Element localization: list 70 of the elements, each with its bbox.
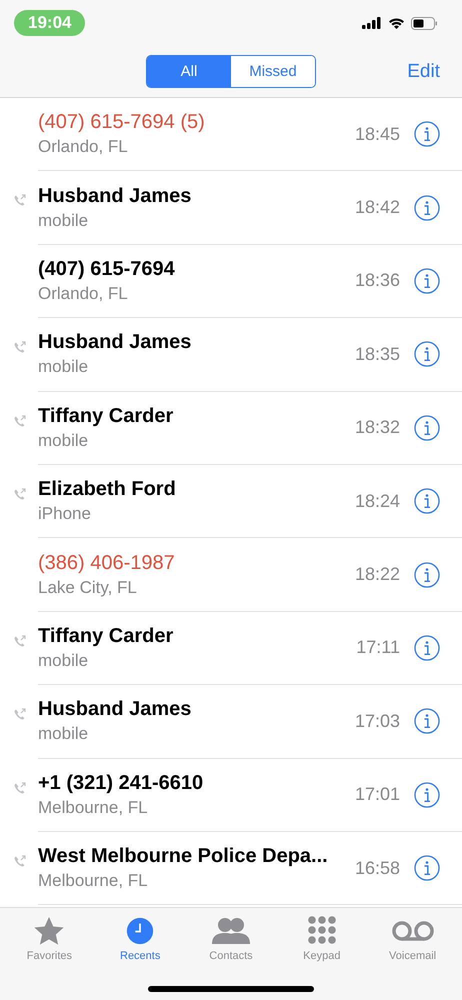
- call-row[interactable]: Tiffany Carder mobile 17:11: [0, 612, 462, 686]
- caller-detail: Orlando, FL: [38, 137, 129, 158]
- caller-detail: iPhone: [38, 504, 92, 524]
- info-icon[interactable]: [414, 708, 440, 734]
- info-icon[interactable]: [414, 634, 440, 661]
- keypad-icon: [308, 916, 336, 946]
- call-row[interactable]: Husband James mobile 18:35: [0, 318, 462, 392]
- call-time: 18:35: [354, 344, 400, 365]
- caller-name: Husband James: [38, 184, 192, 208]
- caller-name: (386) 406-1987: [38, 552, 176, 575]
- caller-detail: mobile: [38, 650, 90, 671]
- call-time: 18:32: [354, 417, 400, 438]
- status-time: 19:04: [14, 10, 86, 36]
- call-row[interactable]: Tiffany Carder mobile 18:32: [0, 392, 462, 465]
- call-time: 18:24: [354, 490, 400, 512]
- call-time: 17:03: [354, 710, 400, 732]
- call-time: 18:42: [354, 197, 400, 218]
- call-time: 18:36: [354, 270, 400, 292]
- info-icon[interactable]: [414, 341, 440, 368]
- caller-name: Husband James: [38, 698, 192, 722]
- contacts-icon: [210, 916, 251, 946]
- caller-detail: Orlando, FL: [38, 284, 129, 304]
- info-icon[interactable]: [414, 121, 440, 148]
- info-icon[interactable]: [414, 194, 440, 221]
- caller-detail: mobile: [38, 724, 90, 744]
- filter-tab[interactable]: Missed: [231, 56, 315, 87]
- tab-bar-item[interactable]: Contacts: [190, 916, 271, 962]
- tab-bar-item[interactable]: Favorites: [9, 916, 90, 962]
- call-row[interactable]: (407) 615-7694 Orlando, FL 18:36: [0, 244, 462, 318]
- caller-name: +1 (321) 241-6610: [38, 772, 204, 795]
- caller-name: Elizabeth Ford: [38, 478, 177, 502]
- caller-detail: mobile: [38, 430, 90, 451]
- call-row[interactable]: Husband James mobile 18:42: [0, 171, 462, 245]
- call-time: 18:45: [354, 124, 400, 145]
- caller-name: (407) 615-7694 (5): [38, 111, 206, 134]
- info-icon[interactable]: [414, 488, 440, 514]
- caller-detail: mobile: [38, 210, 90, 231]
- call-time: 17:01: [354, 784, 400, 806]
- call-row[interactable]: +1 (321) 241-6610 Melbourne, FL 17:01: [0, 758, 462, 832]
- filter-tab[interactable]: All: [147, 56, 231, 87]
- tab-bar-item[interactable]: Recents: [100, 916, 180, 962]
- call-row[interactable]: Husband James mobile 17:03: [0, 685, 462, 759]
- tab-bar-item[interactable]: Voicemail: [372, 916, 453, 962]
- call-time: 17:11: [356, 637, 400, 658]
- info-icon[interactable]: [414, 782, 440, 808]
- call-time: 18:22: [354, 564, 400, 586]
- call-row[interactable]: Elizabeth Ford iPhone 18:24: [0, 464, 462, 538]
- call-row[interactable]: (407) 615-7694 (5) Orlando, FL 18:45: [0, 98, 462, 172]
- call-row[interactable]: West Melbourne Police Depa... Melbourne, FL 16:58: [0, 832, 462, 906]
- info-icon[interactable]: [414, 562, 440, 588]
- star-icon: [32, 916, 66, 946]
- info-icon[interactable]: [414, 268, 440, 294]
- wifi-icon: [388, 17, 405, 29]
- caller-name: Tiffany Carder: [38, 404, 174, 428]
- call-row[interactable]: (386) 406-1987 Lake City, FL 18:22: [0, 538, 462, 612]
- caller-detail: Melbourne, FL: [38, 798, 149, 818]
- battery-icon: [411, 16, 438, 30]
- call-time: 16:58: [354, 858, 400, 879]
- info-icon[interactable]: [414, 414, 440, 441]
- caller-detail: Lake City, FL: [38, 578, 138, 598]
- signal-icon: [362, 17, 382, 29]
- caller-name: Tiffany Carder: [38, 624, 174, 648]
- caller-detail: mobile: [38, 357, 90, 378]
- tab-bar-item[interactable]: Keypad: [282, 916, 362, 962]
- caller-name: (407) 615-7694: [38, 258, 176, 281]
- caller-name: West Melbourne Police Depa...: [38, 845, 329, 868]
- caller-name: Husband James: [38, 331, 192, 354]
- info-icon[interactable]: [414, 855, 440, 882]
- caller-detail: Melbourne, FL: [38, 871, 149, 892]
- edit-button[interactable]: Edit: [407, 60, 440, 82]
